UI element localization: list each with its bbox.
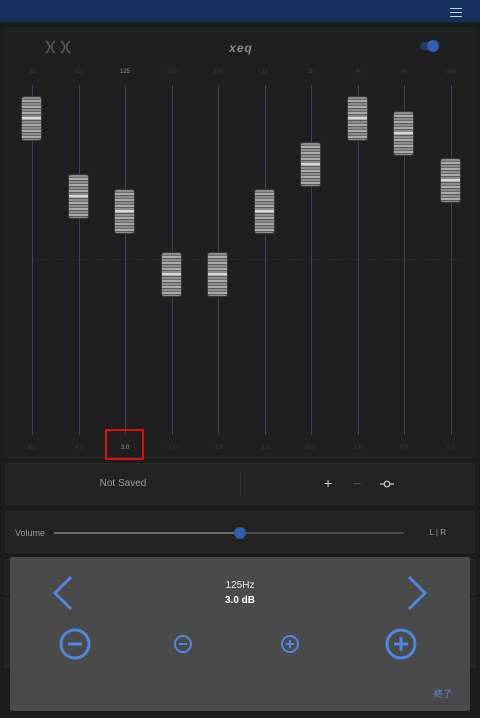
- band-value-label[interactable]: 9.0: [17, 445, 47, 451]
- top-bar: [0, 0, 480, 22]
- next-band-button[interactable]: [405, 575, 429, 611]
- band-value-label[interactable]: 6.0: [296, 445, 326, 451]
- band-slider-track[interactable]: [125, 85, 126, 435]
- band-value-label[interactable]: 4.0: [64, 445, 94, 451]
- preset-bar: Not Saved + −: [5, 463, 475, 505]
- band-value-label[interactable]: 5.0: [436, 445, 466, 451]
- add-preset-button[interactable]: +: [324, 475, 332, 491]
- band-frequency-label: 8k: [400, 69, 408, 75]
- band-frequency-label: 500: [212, 69, 223, 75]
- band-value-label[interactable]: 9.0: [343, 445, 373, 451]
- band-frequency-label: 1k: [261, 69, 269, 75]
- band-frequency-label: 250: [166, 69, 177, 75]
- band-slider-track[interactable]: [311, 85, 312, 435]
- band-slider-track[interactable]: [265, 85, 266, 435]
- volume-label: Volume: [15, 528, 46, 538]
- band-slider-knob[interactable]: [162, 253, 181, 296]
- band-frequency-label: 2k: [307, 69, 315, 75]
- volume-bar: Volume L | R: [5, 511, 475, 553]
- volume-slider[interactable]: [54, 527, 404, 539]
- eq-enable-toggle[interactable]: [420, 40, 439, 52]
- band-frequency-label: 16k: [446, 69, 456, 75]
- reset-icon[interactable]: [380, 478, 394, 490]
- balance-label[interactable]: L | R: [430, 528, 446, 537]
- remove-preset-button[interactable]: −: [353, 475, 361, 491]
- large-increase-button[interactable]: [385, 628, 417, 660]
- band-slider-knob[interactable]: [255, 190, 274, 233]
- band-frequency-label: 125: [119, 69, 130, 75]
- band-value-label[interactable]: -1.0: [157, 445, 187, 451]
- band-frequency: 125Hz: [225, 580, 255, 591]
- preset-name[interactable]: Not Saved: [6, 478, 240, 489]
- band-slider-knob[interactable]: [301, 143, 320, 186]
- band-slider-knob[interactable]: [441, 159, 460, 202]
- band-value-label[interactable]: -1.0: [203, 445, 233, 451]
- large-decrease-button[interactable]: [59, 628, 91, 660]
- small-decrease-button[interactable]: [173, 634, 193, 654]
- band-slider-knob[interactable]: [69, 175, 88, 218]
- equalizer-panel: xeq 31 9.0 62 4.0 125 3.0 250 -1.0 500 -1.0 1k 3.0 2…: [5, 28, 475, 458]
- band-frequency-label: 4k: [354, 69, 362, 75]
- band-slider-knob[interactable]: [208, 253, 227, 296]
- band-slider-knob[interactable]: [394, 112, 413, 155]
- done-button[interactable]: 終了: [434, 687, 452, 700]
- band-adjust-popup: 125Hz 3.0 dB 終了: [10, 557, 470, 711]
- band-slider-track[interactable]: [451, 85, 452, 435]
- menu-icon[interactable]: [450, 8, 462, 17]
- band-value-label[interactable]: 8.0: [389, 445, 419, 451]
- band-gain: 3.0 dB: [224, 595, 255, 606]
- band-slider-knob[interactable]: [348, 97, 367, 140]
- band-slider-knob[interactable]: [22, 97, 41, 140]
- band-slider-track[interactable]: [79, 85, 80, 435]
- volume-fill: [54, 532, 240, 534]
- band-slider-knob[interactable]: [115, 190, 134, 233]
- divider: [240, 472, 241, 496]
- toggle-knob: [427, 40, 439, 52]
- band-value-label[interactable]: 3.0: [250, 445, 280, 451]
- zero-db-line: [21, 259, 461, 261]
- small-increase-button[interactable]: [280, 634, 300, 654]
- band-frequency-label: 31: [28, 69, 36, 75]
- band-frequency-label: 62: [75, 69, 83, 75]
- brand-title: xeq: [229, 41, 253, 55]
- selected-band-highlight: [105, 429, 144, 460]
- volume-thumb[interactable]: [233, 527, 246, 539]
